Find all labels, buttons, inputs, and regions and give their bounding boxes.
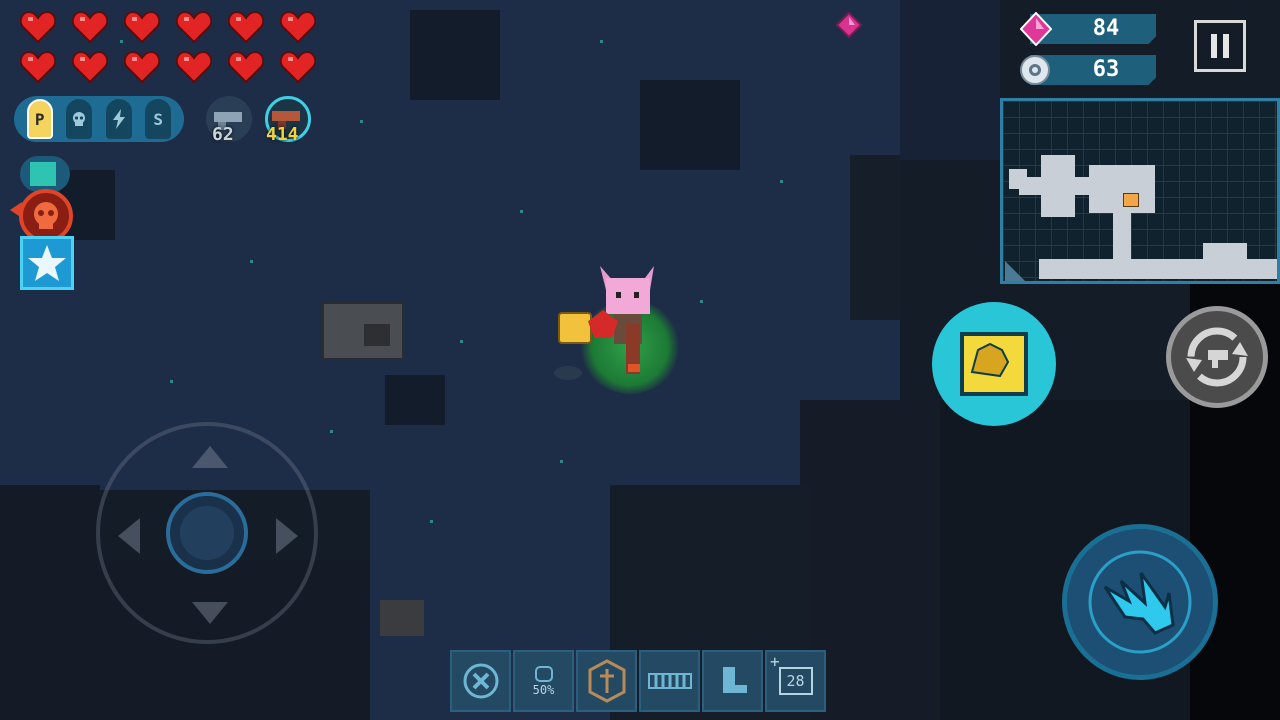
star-buff-icon [20, 236, 74, 290]
potion-percent-label: 50% [532, 683, 555, 697]
counter-value: 28 [786, 672, 805, 690]
joystick-right-arrow [276, 518, 298, 554]
heart-icon [227, 10, 265, 44]
heart-icon [279, 50, 317, 84]
plus-icon: + [770, 652, 780, 671]
health-hearts [19, 10, 320, 84]
heart-icon [227, 50, 265, 84]
heart-icon [123, 50, 161, 84]
ammo-type-bar[interactable]: P S [14, 96, 184, 142]
energy-core-icon [1019, 54, 1051, 86]
heart-icon [71, 50, 109, 84]
shadow-patch [640, 80, 740, 170]
primary-ammo-count: 414 [266, 124, 299, 145]
skull-icon[interactable] [66, 99, 93, 139]
secondary-ammo-count: 62 [212, 124, 234, 145]
swap-weapon-icon [1186, 327, 1248, 387]
player-marker-icon [1123, 193, 1139, 207]
gem-count: 84 [1092, 16, 1120, 41]
heart-icon [279, 10, 317, 44]
lightning-icon[interactable] [105, 99, 132, 139]
movement-joystick[interactable] [96, 422, 318, 644]
pink-gem-pickup[interactable] [835, 11, 863, 39]
joystick-left-arrow [118, 518, 140, 554]
shadow-patch [410, 10, 500, 100]
pause-button[interactable] [1194, 20, 1246, 72]
dungeon-floor-edge [900, 0, 1000, 160]
broken-crate [380, 600, 424, 636]
heart-icon [123, 10, 161, 44]
skill-button[interactable] [932, 302, 1056, 426]
pause-icon [1211, 34, 1217, 58]
sword-shield-icon[interactable] [576, 650, 637, 712]
energy-count: 63 [1092, 57, 1120, 82]
cross-circle-icon[interactable] [450, 650, 511, 712]
pink-gem-icon [1019, 11, 1053, 47]
half-potion-icon[interactable]: 50% [513, 650, 574, 712]
chain-fence-icon[interactable] [639, 650, 700, 712]
heart-icon [175, 10, 213, 44]
treasure-chest[interactable] [322, 302, 404, 360]
heart-icon [175, 50, 213, 84]
heart-icon [71, 10, 109, 44]
swap-weapon-button[interactable] [1166, 306, 1268, 408]
lion-skill-icon [960, 332, 1028, 396]
joystick-down-arrow [192, 602, 228, 624]
buff-s[interactable]: S [145, 99, 172, 139]
minimap[interactable] [1000, 98, 1280, 284]
companion-pet [558, 312, 592, 344]
buff-p[interactable]: P [26, 99, 53, 139]
heart-icon [19, 10, 57, 44]
shadow [554, 366, 582, 380]
buff-s-label: S [153, 109, 164, 129]
counter-icon[interactable]: + 28 [765, 650, 826, 712]
attack-button[interactable] [1062, 524, 1218, 680]
expand-minimap-icon[interactable] [1005, 261, 1025, 281]
buff-p-label: P [34, 109, 45, 129]
shadow-patch [385, 375, 445, 425]
pillar [850, 155, 900, 320]
joystick-up-arrow [192, 446, 228, 468]
boot-icon[interactable] [702, 650, 763, 712]
item-bar: 50% + 28 [450, 650, 826, 712]
character-status-icon [20, 156, 70, 192]
joystick-icon[interactable] [166, 492, 248, 574]
claw-attack-icon [1088, 550, 1192, 654]
heart-icon [19, 50, 57, 84]
